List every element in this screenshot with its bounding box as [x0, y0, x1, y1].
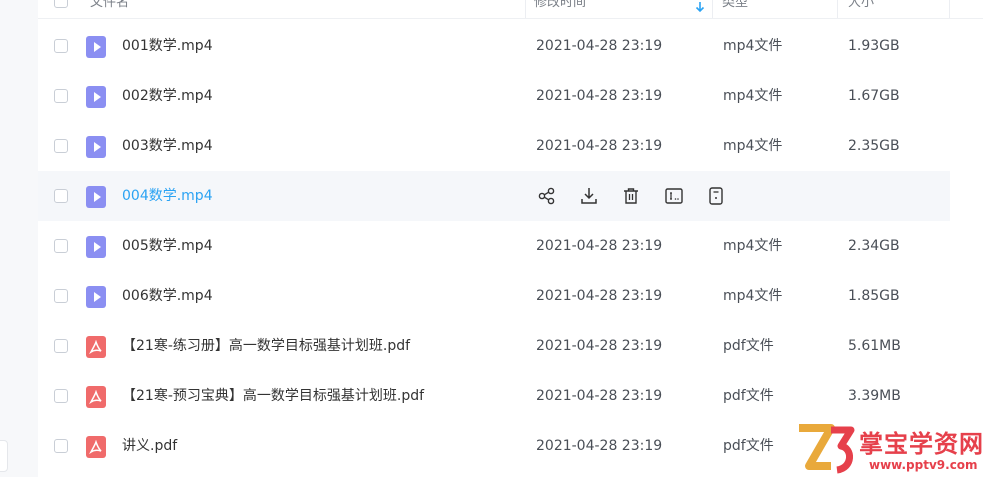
video-file-icon [86, 286, 106, 308]
file-type: pdf文件 [723, 388, 774, 404]
file-modified-time: 2021-04-28 23:19 [536, 88, 663, 104]
file-size: 2.34GB [848, 238, 900, 254]
file-type: pdf文件 [723, 438, 774, 454]
row-checkbox[interactable] [54, 439, 68, 453]
video-file-icon [86, 186, 106, 208]
file-name[interactable]: 005数学.mp4 [122, 221, 213, 271]
share-icon[interactable] [536, 185, 558, 207]
file-size: 1.93GB [848, 38, 900, 54]
file-size: 5.61MB [848, 338, 901, 354]
file-modified-time: 2021-04-28 23:19 [536, 288, 663, 304]
file-size: 1.67GB [848, 88, 900, 104]
table-row[interactable]: 002数学.mp4 2021-04-28 23:19 mp4文件 1.67GB [38, 71, 950, 121]
column-header-type[interactable]: 类型 [722, 0, 748, 18]
sidebar-collapse-handle[interactable] [0, 440, 8, 472]
site-watermark: 掌宝学资网 www.pptv9.com [797, 420, 983, 476]
delete-icon[interactable] [620, 185, 642, 207]
table-header: 文件名 修改时间 类型 大小 [38, 0, 983, 19]
row-checkbox[interactable] [54, 39, 68, 53]
file-name[interactable]: 【21寒-预习宝典】高一数学目标强基计划班.pdf [122, 371, 424, 421]
row-checkbox[interactable] [54, 189, 68, 203]
table-row[interactable]: 【21寒-预习宝典】高一数学目标强基计划班.pdf 2021-04-28 23:… [38, 371, 950, 421]
video-file-icon [86, 236, 106, 258]
rename-icon[interactable] [663, 185, 685, 207]
file-type: mp4文件 [723, 238, 783, 254]
file-modified-time: 2021-04-28 23:19 [536, 388, 663, 404]
row-checkbox[interactable] [54, 239, 68, 253]
file-name[interactable]: 003数学.mp4 [122, 121, 213, 171]
sort-descending-icon[interactable] [695, 0, 705, 17]
video-file-icon [86, 136, 106, 158]
pdf-file-icon [86, 436, 106, 458]
file-name[interactable]: 006数学.mp4 [122, 271, 213, 321]
column-header-modified[interactable]: 修改时间 [534, 0, 586, 18]
file-size: 3.39MB [848, 388, 901, 404]
pdf-file-icon [86, 386, 106, 408]
column-header-size[interactable]: 大小 [848, 0, 874, 18]
row-checkbox[interactable] [54, 139, 68, 153]
table-row-hovered[interactable]: 004数学.mp4 [38, 171, 950, 221]
column-header-name[interactable]: 文件名 [90, 0, 129, 18]
file-name[interactable]: 002数学.mp4 [122, 71, 213, 121]
file-size: 1.85GB [848, 288, 900, 304]
file-list-table: 文件名 修改时间 类型 大小 001数学.mp4 2021-04-28 23:1… [38, 0, 983, 477]
row-checkbox[interactable] [54, 339, 68, 353]
file-type: mp4文件 [723, 138, 783, 154]
table-row[interactable]: 006数学.mp4 2021-04-28 23:19 mp4文件 1.85GB [38, 271, 950, 321]
file-modified-time: 2021-04-28 23:19 [536, 238, 663, 254]
select-all-checkbox[interactable] [54, 0, 68, 8]
file-modified-time: 2021-04-28 23:19 [536, 138, 663, 154]
download-icon[interactable] [578, 185, 600, 207]
file-modified-time: 2021-04-28 23:19 [536, 438, 663, 454]
left-sidebar-edge [0, 0, 38, 477]
watermark-url: www.pptv9.com [869, 458, 978, 472]
video-file-icon [86, 86, 106, 108]
file-modified-time: 2021-04-28 23:19 [536, 38, 663, 54]
file-name[interactable]: 讲义.pdf [122, 421, 177, 471]
file-modified-time: 2021-04-28 23:19 [536, 338, 663, 354]
row-checkbox[interactable] [54, 389, 68, 403]
table-row[interactable]: 【21寒-练习册】高一数学目标强基计划班.pdf 2021-04-28 23:1… [38, 321, 950, 371]
video-file-icon [86, 36, 106, 58]
file-name[interactable]: 001数学.mp4 [122, 21, 213, 71]
file-type: pdf文件 [723, 338, 774, 354]
file-type: mp4文件 [723, 88, 783, 104]
file-type: mp4文件 [723, 288, 783, 304]
more-icon[interactable] [705, 185, 727, 207]
table-row[interactable]: 003数学.mp4 2021-04-28 23:19 mp4文件 2.35GB [38, 121, 950, 171]
table-row[interactable]: 005数学.mp4 2021-04-28 23:19 mp4文件 2.34GB [38, 221, 950, 271]
row-checkbox[interactable] [54, 89, 68, 103]
table-row[interactable]: 001数学.mp4 2021-04-28 23:19 mp4文件 1.93GB [38, 21, 950, 71]
row-checkbox[interactable] [54, 289, 68, 303]
watermark-title: 掌宝学资网 [859, 430, 983, 458]
file-name[interactable]: 004数学.mp4 [122, 171, 213, 221]
file-size: 2.35GB [848, 138, 900, 154]
file-name[interactable]: 【21寒-练习册】高一数学目标强基计划班.pdf [122, 321, 410, 371]
file-type: mp4文件 [723, 38, 783, 54]
pdf-file-icon [86, 336, 106, 358]
watermark-logo-icon [799, 424, 855, 474]
